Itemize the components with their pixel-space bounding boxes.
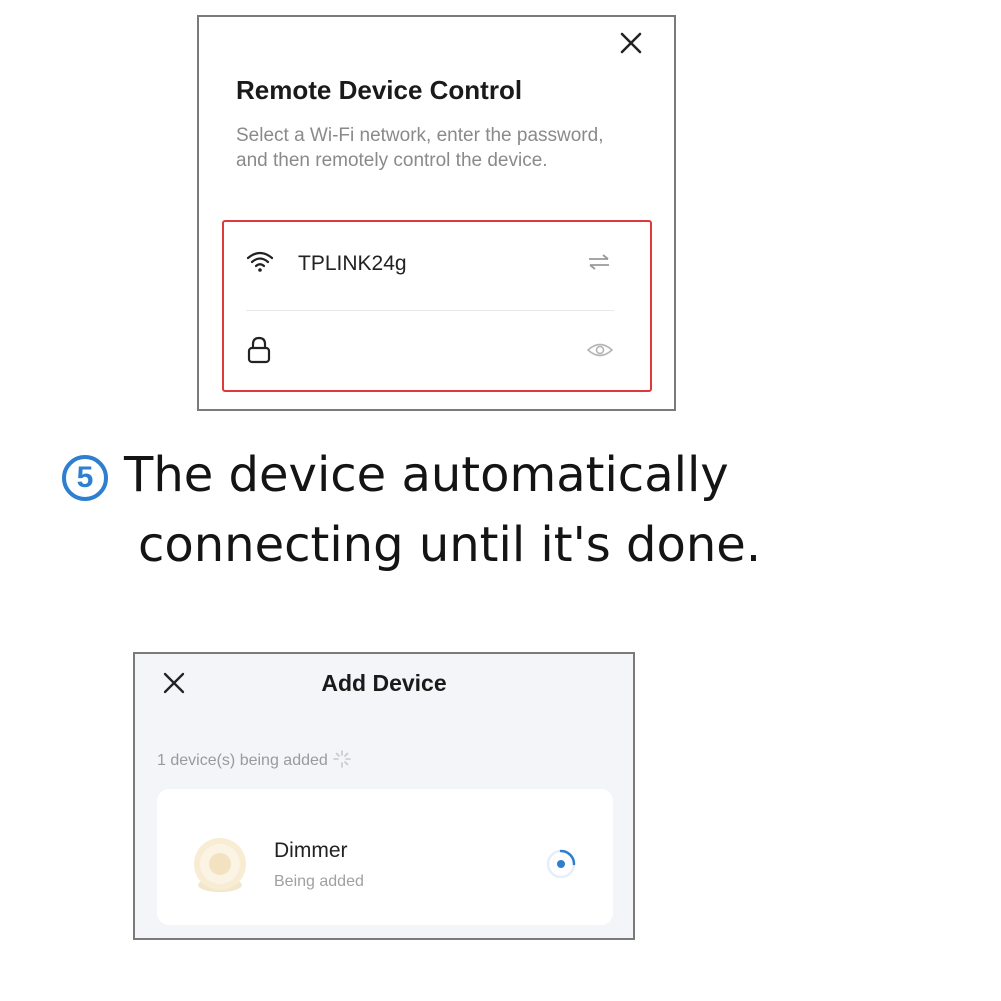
step-number-badge: 5 xyxy=(62,455,108,501)
loading-icon xyxy=(332,750,351,768)
device-status: Being added xyxy=(274,873,364,890)
step-text-2: connecting until it's done. xyxy=(138,517,762,573)
dialog-description: Select a Wi-Fi network, enter the passwo… xyxy=(236,125,604,171)
device-card[interactable]: Dimmer Being added xyxy=(157,789,613,925)
eye-icon[interactable] xyxy=(586,340,614,360)
progress-spinner-icon xyxy=(546,849,576,879)
remote-device-control-dialog: Remote Device Control Select a Wi-Fi net… xyxy=(197,15,676,411)
password-field[interactable] xyxy=(294,336,568,366)
adding-status-text: 1 device(s) being added xyxy=(157,752,328,769)
dialog-title: Remote Device Control xyxy=(236,75,523,105)
switch-network-icon[interactable] xyxy=(586,252,612,272)
step-instruction: 5 The device automatically connecting unt… xyxy=(62,440,761,580)
close-icon[interactable] xyxy=(617,29,645,57)
wifi-ssid[interactable]: TPLINK24g xyxy=(298,252,407,276)
lock-icon xyxy=(247,336,271,364)
wifi-credentials-box: TPLINK24g xyxy=(222,220,652,392)
divider xyxy=(246,310,614,311)
wifi-icon xyxy=(246,251,274,272)
dimmer-device-image xyxy=(194,838,246,892)
adding-status: 1 device(s) being added xyxy=(157,749,352,770)
step-text-1: The device automatically xyxy=(124,447,729,503)
device-name: Dimmer xyxy=(274,839,348,862)
page-title: Add Device xyxy=(321,670,447,696)
add-device-screen: Add Device 1 device(s) being added Dimme… xyxy=(133,652,635,940)
step-line-1: 5 The device automatically xyxy=(62,440,761,510)
